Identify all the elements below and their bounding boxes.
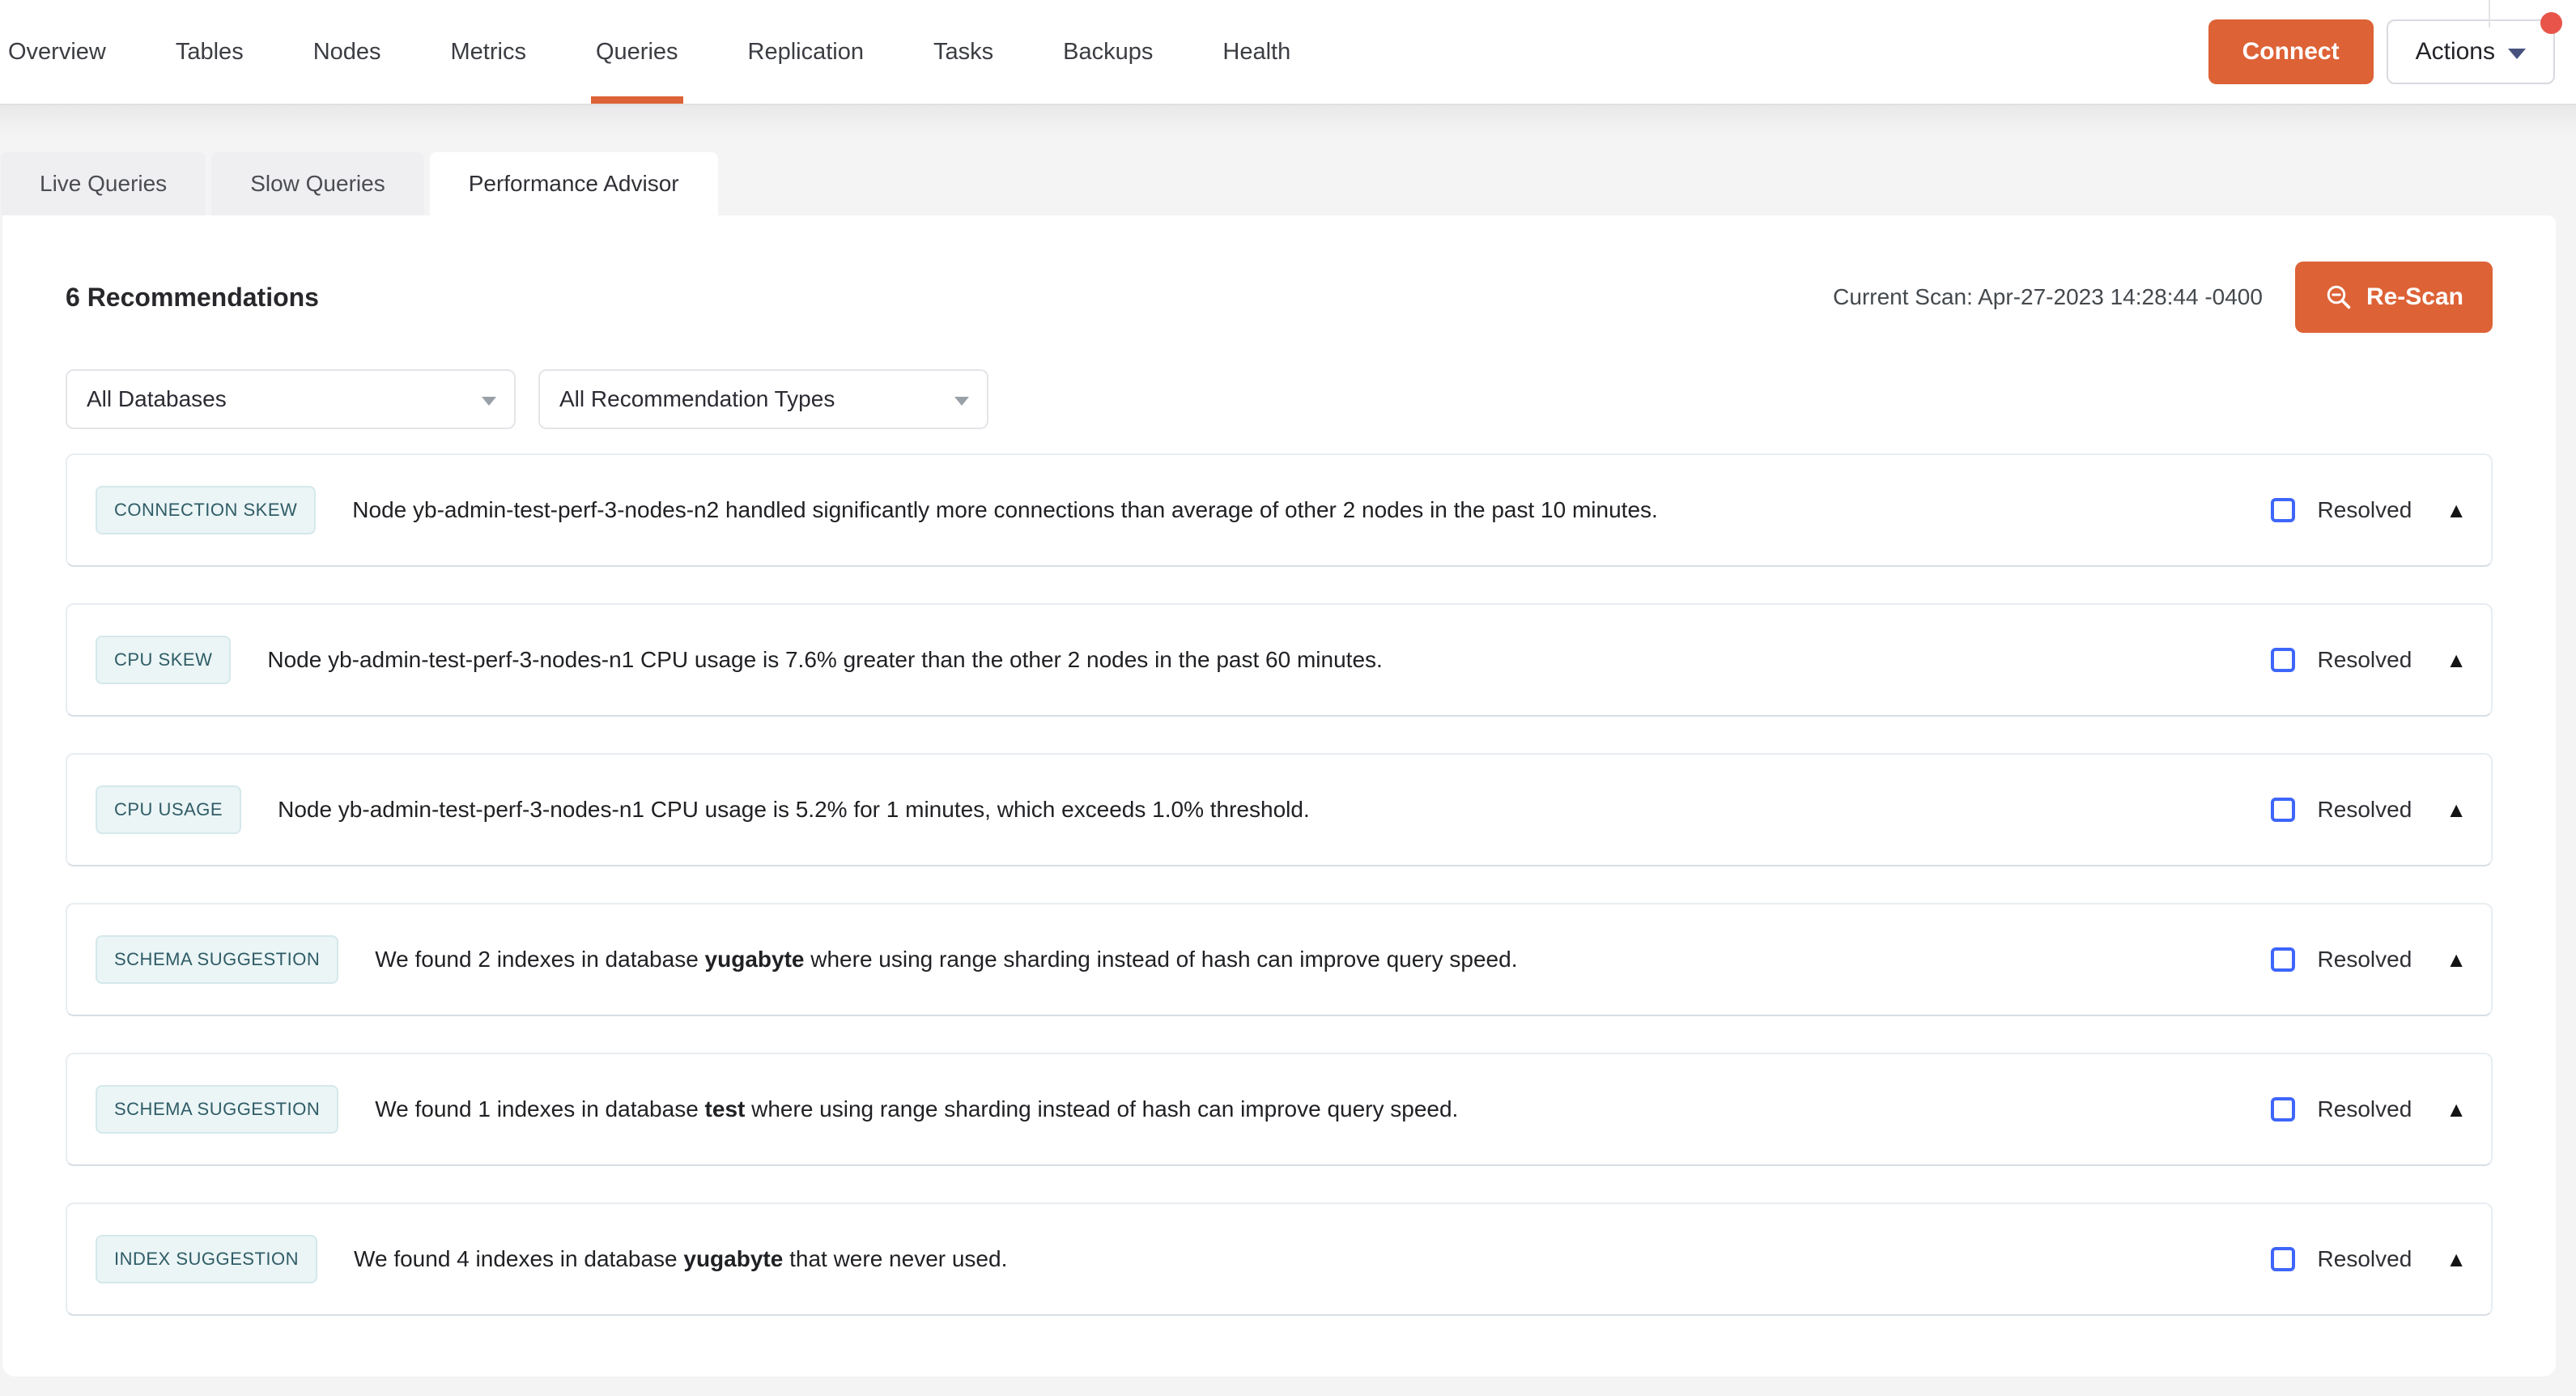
recommendation-type-badge: INDEX SUGGESTION: [96, 1235, 317, 1283]
card-controls: Resolved ▲: [2271, 497, 2467, 523]
actions-button-wrap: Actions: [2387, 19, 2555, 84]
resolved-checkbox[interactable]: [2271, 1247, 2295, 1271]
rescan-button-label: Re-Scan: [2366, 283, 2463, 311]
current-scan-timestamp: Current Scan: Apr-27-2023 14:28:44 -0400: [1833, 284, 2263, 310]
nav-item-overview[interactable]: Overview: [8, 0, 106, 104]
nav-item-tables[interactable]: Tables: [176, 0, 244, 104]
database-filter-value: All Databases: [87, 386, 227, 412]
resolved-checkbox[interactable]: [2271, 798, 2295, 822]
chevron-down-icon: [482, 397, 496, 406]
filters-row: All Databases All Recommendation Types: [66, 369, 2493, 429]
recommendation-card-cpu-usage[interactable]: CPU USAGE Node yb-admin-test-perf-3-node…: [66, 753, 2493, 866]
nav-item-health[interactable]: Health: [1222, 0, 1290, 104]
recommendation-message: Node yb-admin-test-perf-3-nodes-n1 CPU u…: [267, 647, 2270, 673]
resolved-label: Resolved: [2318, 1246, 2412, 1272]
database-filter-select[interactable]: All Databases: [66, 369, 516, 429]
recommendation-type-filter-value: All Recommendation Types: [559, 386, 835, 412]
recommendations-list: CONNECTION SKEW Node yb-admin-test-perf-…: [66, 453, 2493, 1316]
resolved-label: Resolved: [2318, 1096, 2412, 1122]
actions-button-label: Actions: [2416, 38, 2495, 66]
recommendation-card-cpu-skew[interactable]: CPU SKEW Node yb-admin-test-perf-3-nodes…: [66, 603, 2493, 717]
recommendation-type-badge: SCHEMA SUGGESTION: [96, 1085, 338, 1134]
recommendation-message: Node yb-admin-test-perf-3-nodes-n1 CPU u…: [278, 797, 2270, 823]
recommendation-card-index-suggestion[interactable]: INDEX SUGGESTION We found 4 indexes in d…: [66, 1202, 2493, 1316]
primary-nav: Overview Tables Nodes Metrics Queries Re…: [0, 0, 1290, 104]
chevron-down-icon: [2508, 49, 2526, 59]
rescan-button[interactable]: Re-Scan: [2295, 262, 2493, 333]
collapse-caret-icon[interactable]: ▲: [2446, 799, 2467, 820]
nav-item-nodes[interactable]: Nodes: [313, 0, 381, 104]
top-right-divider: [2489, 0, 2490, 28]
recommendation-type-badge: CPU USAGE: [96, 785, 241, 834]
actions-button[interactable]: Actions: [2387, 19, 2555, 84]
nav-item-tasks[interactable]: Tasks: [933, 0, 993, 104]
tab-slow-queries[interactable]: Slow Queries: [211, 152, 424, 215]
recommendation-type-badge: CONNECTION SKEW: [96, 486, 316, 534]
recommendation-type-badge: SCHEMA SUGGESTION: [96, 935, 338, 984]
nav-item-queries[interactable]: Queries: [596, 0, 678, 104]
chevron-down-icon: [954, 397, 969, 406]
recommendation-card-connection-skew[interactable]: CONNECTION SKEW Node yb-admin-test-perf-…: [66, 453, 2493, 567]
card-controls: Resolved ▲: [2271, 797, 2467, 823]
recommendation-message: We found 1 indexes in database test wher…: [375, 1096, 2270, 1122]
collapse-caret-icon[interactable]: ▲: [2446, 1249, 2467, 1270]
resolved-checkbox[interactable]: [2271, 1097, 2295, 1121]
recommendation-type-filter-select[interactable]: All Recommendation Types: [538, 369, 988, 429]
queries-page: Live Queries Slow Queries Performance Ad…: [0, 104, 2576, 1377]
connect-button[interactable]: Connect: [2208, 19, 2374, 84]
collapse-caret-icon[interactable]: ▲: [2446, 649, 2467, 670]
notification-dot: [2540, 12, 2562, 34]
nav-item-replication[interactable]: Replication: [748, 0, 864, 104]
nav-item-backups[interactable]: Backups: [1063, 0, 1153, 104]
query-tabs: Live Queries Slow Queries Performance Ad…: [0, 152, 2576, 215]
panel-header: 6 Recommendations Current Scan: Apr-27-2…: [66, 215, 2493, 334]
collapse-caret-icon[interactable]: ▲: [2446, 1099, 2467, 1120]
recommendation-card-schema-suggestion-test[interactable]: SCHEMA SUGGESTION We found 1 indexes in …: [66, 1053, 2493, 1166]
resolved-checkbox[interactable]: [2271, 648, 2295, 672]
recommendation-message: We found 2 indexes in database yugabyte …: [375, 947, 2270, 973]
collapse-caret-icon[interactable]: ▲: [2446, 500, 2467, 521]
card-controls: Resolved ▲: [2271, 1246, 2467, 1272]
resolved-checkbox[interactable]: [2271, 498, 2295, 522]
tab-live-queries[interactable]: Live Queries: [1, 152, 206, 215]
recommendations-count-title: 6 Recommendations: [66, 283, 319, 313]
magnifier-scan-icon: [2324, 283, 2353, 312]
resolved-checkbox[interactable]: [2271, 947, 2295, 972]
tab-performance-advisor[interactable]: Performance Advisor: [430, 152, 718, 215]
recommendation-type-badge: CPU SKEW: [96, 636, 231, 684]
recommendation-message: We found 4 indexes in database yugabyte …: [354, 1246, 2270, 1272]
recommendation-card-schema-suggestion-yugabyte[interactable]: SCHEMA SUGGESTION We found 2 indexes in …: [66, 903, 2493, 1016]
recommendation-message: Node yb-admin-test-perf-3-nodes-n2 handl…: [352, 497, 2270, 523]
performance-advisor-panel: 6 Recommendations Current Scan: Apr-27-2…: [2, 215, 2556, 1377]
top-nav: Overview Tables Nodes Metrics Queries Re…: [0, 0, 2576, 104]
resolved-label: Resolved: [2318, 647, 2412, 673]
resolved-label: Resolved: [2318, 947, 2412, 973]
scan-group: Current Scan: Apr-27-2023 14:28:44 -0400…: [1833, 262, 2493, 333]
nav-action-buttons: Connect Actions: [2208, 19, 2576, 84]
resolved-label: Resolved: [2318, 497, 2412, 523]
nav-item-metrics[interactable]: Metrics: [451, 0, 526, 104]
resolved-label: Resolved: [2318, 797, 2412, 823]
card-controls: Resolved ▲: [2271, 947, 2467, 973]
card-controls: Resolved ▲: [2271, 1096, 2467, 1122]
collapse-caret-icon[interactable]: ▲: [2446, 949, 2467, 970]
card-controls: Resolved ▲: [2271, 647, 2467, 673]
